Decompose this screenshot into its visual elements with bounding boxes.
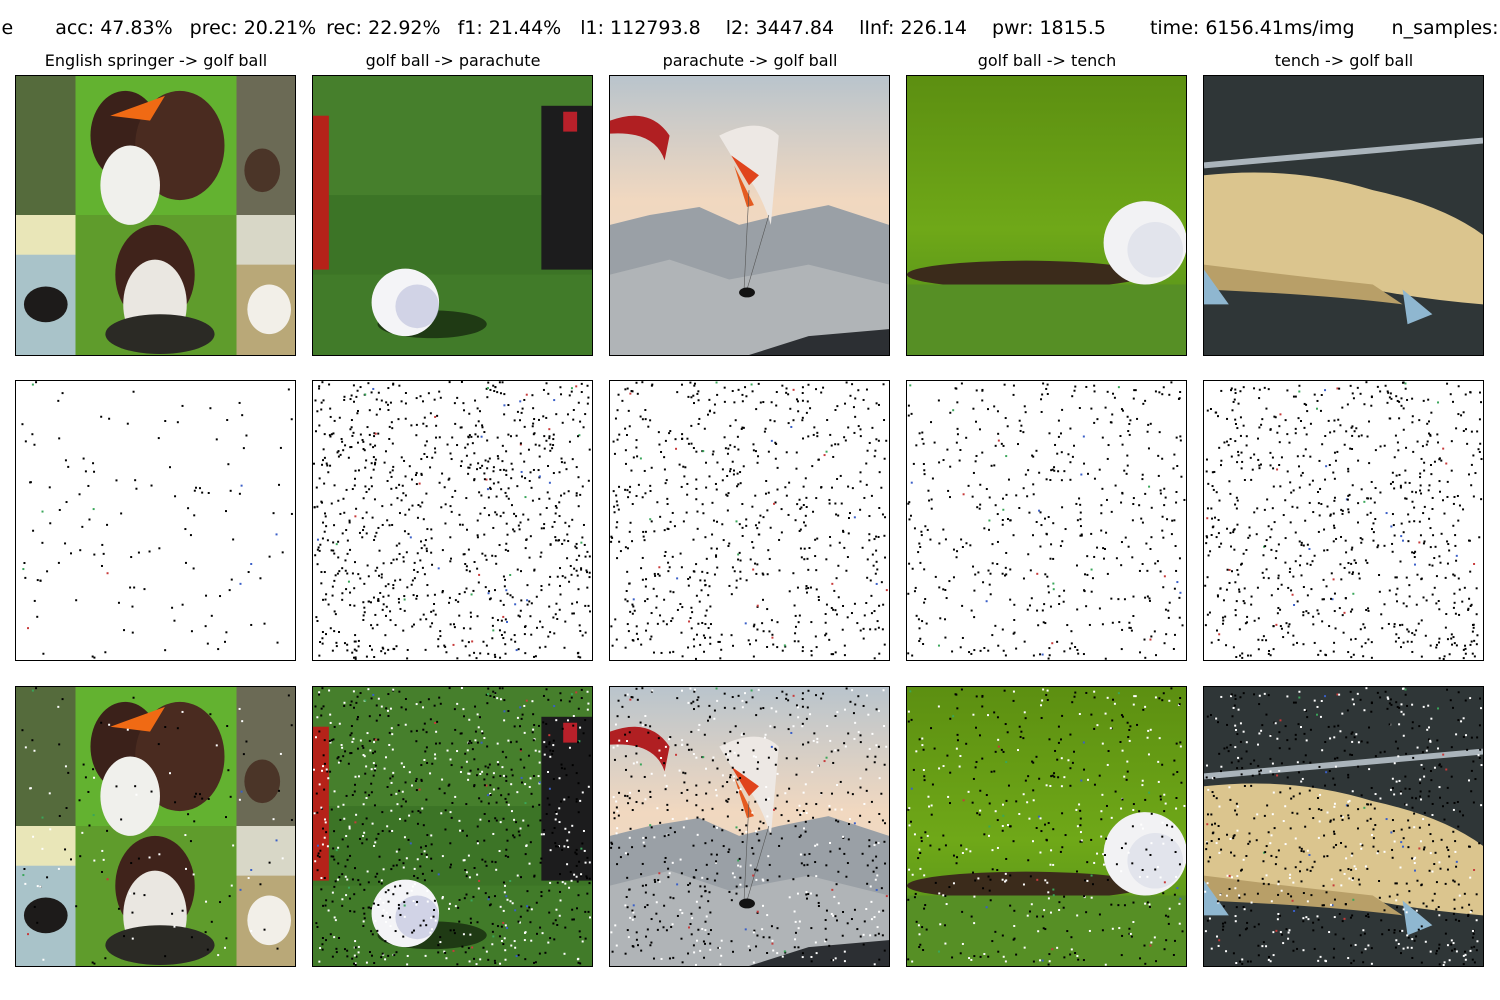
adversarial-image-golf-grass (312, 686, 593, 967)
metric-acc: acc: 47.83% (55, 17, 173, 39)
perturbation-image-springer (15, 380, 296, 661)
original-image-golf-hole (906, 75, 1187, 356)
metric-pwr: pwr: 1815.5 (991, 17, 1106, 39)
metric-time: time: 6156.41ms/img (1149, 17, 1355, 39)
metric-lInf: lInf: 226.14 (859, 17, 967, 39)
metric-prec: prec: 20.21% (189, 17, 317, 39)
perturbation-image-golf-hole (906, 380, 1187, 661)
metric-l2: l2: 3447.84 (725, 17, 835, 39)
perturbation-image-golf-grass (312, 380, 593, 661)
metric-n-samples: n_samples: 4 (1391, 17, 1500, 39)
metric-rec: rec: 22.92% (326, 17, 441, 39)
adversarial-image-parachute (609, 686, 890, 967)
adversarial-image-tench (1203, 686, 1484, 967)
metric-f1: f1: 21.44% (457, 17, 562, 39)
perturbation-image-parachute (609, 380, 890, 661)
adversarial-image-springer (15, 686, 296, 967)
column-title: English springer -> golf ball (44, 51, 268, 70)
metrics-header: xle acc: 47.83% prec: 20.21% rec: 22.92% f1:… (0, 16, 1500, 40)
original-image-golf-grass (312, 75, 593, 356)
column-title: golf ball -> parachute (365, 51, 541, 70)
adversarial-image-golf-hole (906, 686, 1187, 967)
metric-xle: xle (0, 17, 14, 39)
perturbation-image-tench (1203, 380, 1484, 661)
column-title: golf ball -> tench (977, 51, 1117, 70)
metric-l1: l1: 112793.8 (580, 17, 701, 39)
original-image-tench (1203, 75, 1484, 356)
original-image-parachute (609, 75, 890, 356)
column-title: parachute -> golf ball (662, 51, 838, 70)
column-title: tench -> golf ball (1274, 51, 1414, 70)
original-image-springer (15, 75, 296, 356)
